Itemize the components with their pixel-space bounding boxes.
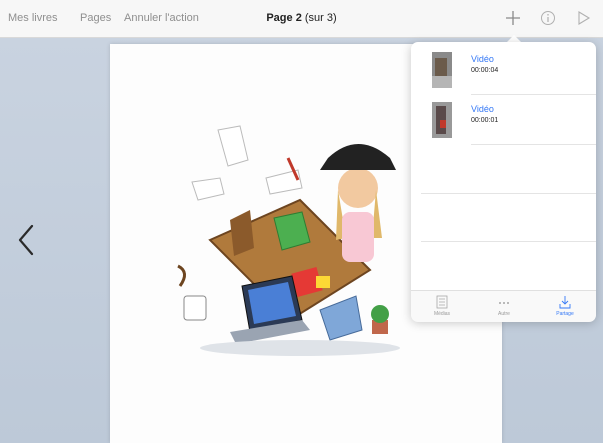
sticker-illustration[interactable] bbox=[170, 120, 420, 360]
media-title: Vidéo bbox=[471, 104, 494, 114]
divider bbox=[471, 144, 596, 145]
video-thumbnail bbox=[432, 52, 452, 88]
chevron-left-icon[interactable] bbox=[14, 220, 38, 260]
divider bbox=[471, 94, 596, 95]
divider bbox=[421, 193, 596, 194]
popover-tab-bar: Médias Autre Partage bbox=[411, 290, 596, 322]
tab-media[interactable]: Médias bbox=[411, 291, 473, 322]
video-thumbnail bbox=[432, 102, 452, 138]
media-popover: Vidéo 00:00:04 Vidéo 00:00:01 Médias Aut… bbox=[411, 42, 596, 322]
media-duration: 00:00:01 bbox=[471, 117, 499, 124]
info-icon[interactable] bbox=[538, 8, 558, 28]
media-item[interactable]: Vidéo 00:00:01 bbox=[411, 96, 596, 144]
tab-label: Médias bbox=[433, 311, 451, 317]
media-item[interactable]: Vidéo 00:00:04 bbox=[411, 46, 596, 94]
list-icon bbox=[436, 295, 448, 309]
more-icon bbox=[499, 302, 509, 304]
play-icon[interactable] bbox=[573, 8, 593, 28]
share-icon bbox=[559, 296, 571, 309]
tab-label: Partage bbox=[556, 311, 574, 317]
top-toolbar: Mes livres Pages Annuler l'action Page 2… bbox=[0, 0, 603, 38]
divider bbox=[421, 241, 596, 242]
tab-other[interactable]: Autre bbox=[473, 291, 535, 322]
page-number: Page 2 bbox=[266, 12, 302, 24]
plus-icon[interactable] bbox=[503, 8, 523, 28]
media-duration: 00:00:04 bbox=[471, 67, 499, 74]
tab-share[interactable]: Partage bbox=[534, 291, 596, 322]
page-count: (sur 3) bbox=[304, 12, 337, 24]
tab-label: Autre bbox=[498, 311, 510, 317]
media-title: Vidéo bbox=[471, 54, 494, 64]
